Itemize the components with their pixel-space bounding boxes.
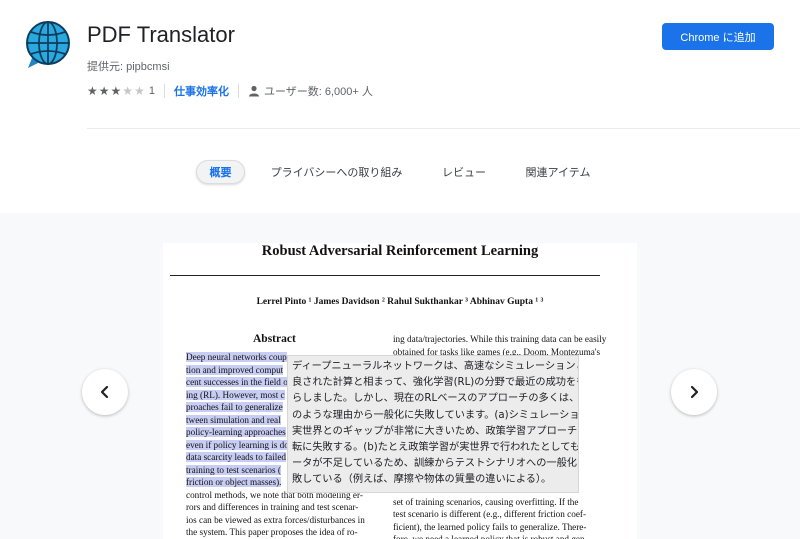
paper-right-line: ing data/trajectories. While this traini… xyxy=(393,334,607,344)
provider-link[interactable]: 提供元: pipbcmsi xyxy=(87,58,170,74)
header-divider xyxy=(87,128,800,129)
translation-line: ディープニューラルネットワークは、高速なシミュレーションと改 xyxy=(292,361,579,372)
paper-right-line: set of training scenarios, causing overf… xyxy=(393,496,579,507)
next-screenshot-button[interactable] xyxy=(671,369,717,415)
chevron-right-icon xyxy=(690,385,699,399)
chevron-left-icon xyxy=(100,385,109,399)
tab-overview[interactable]: 概要 xyxy=(196,160,245,184)
translation-line: のような理由から一般化に失敗しています。(a)シミュレーションと xyxy=(292,409,579,421)
user-icon xyxy=(248,85,259,97)
translation-line: 転に失敗する。(b)たとえ政策学習が実世界で行われたとしても、デ xyxy=(292,442,579,454)
star-filled-icon: ★ xyxy=(98,84,110,98)
translation-line: 実世界とのギャップが非常に大きいため、政策学習アプローチの移 xyxy=(292,425,579,437)
previous-screenshot-button[interactable] xyxy=(82,369,128,415)
star-filled-icon: ★ xyxy=(110,84,122,98)
tab-privacy[interactable]: プライバシーへの取り組み xyxy=(265,160,408,184)
translation-line: ータが不足しているため、訓練からテストシナリオへの一般化に失 xyxy=(292,458,579,470)
paper-left-line: ios can be viewed as extra forces/distur… xyxy=(186,514,365,525)
extension-title: PDF Translator xyxy=(87,22,235,47)
meta-divider xyxy=(237,84,239,98)
add-to-chrome-button[interactable]: Chrome に追加 xyxy=(662,23,774,50)
star-filled-icon: ★ xyxy=(87,84,98,98)
meta-row: ★ ★ ★ ★ ★ 1 仕事効率化 ユーザー数: 6,000+ 人 xyxy=(87,83,373,99)
tab-reviews[interactable]: レビュー xyxy=(434,160,494,184)
paper-authors: Lerrel Pinto ¹ James Davidson ² Rahul Su… xyxy=(256,297,544,307)
rating-stars[interactable]: ★ ★ ★ ★ ★ xyxy=(87,84,145,98)
paper-right-line: test scenario is different (e.g., differ… xyxy=(393,509,587,519)
globe-chat-icon xyxy=(26,21,70,68)
star-empty-icon: ★ xyxy=(122,84,134,98)
rating-count[interactable]: 1 xyxy=(149,85,155,97)
paper-left-line: rors and differences in training and tes… xyxy=(186,502,359,512)
user-count: ユーザー数: 6,000+ 人 xyxy=(263,86,373,98)
category-link[interactable]: 仕事効率化 xyxy=(174,83,229,99)
tab-related[interactable]: 関連アイテム xyxy=(520,160,596,184)
paper-left-line: the system. This paper proposes the idea… xyxy=(186,527,358,537)
star-empty-icon: ★ xyxy=(134,84,145,98)
abstract-heading: Abstract xyxy=(253,333,296,345)
extension-header: PDF Translator 提供元: pipbcmsi ★ ★ ★ ★ ★ 1 仕事効… xyxy=(0,0,800,128)
translation-line: 敗している（例えば、摩擦や物体の質量の違いによる）。 xyxy=(292,474,552,486)
translation-popup: ディープニューラルネットワークは、高速なシミュレーションと改 良された計算と相まっ… xyxy=(287,355,579,493)
paper-title: Robust Adversarial Reinforcement Learnin… xyxy=(261,243,539,259)
paper-right-line: ficient), the learned policy fails to ge… xyxy=(393,521,587,532)
meta-divider xyxy=(163,84,165,98)
translation-line: 良された計算と相まって、強化学習(RL)の分野で最近の成功をもた xyxy=(292,377,579,389)
paper-title-rule xyxy=(170,275,600,276)
paper-right-line: fore, we need a learned policy that is r… xyxy=(393,534,588,539)
detail-tabs: 概要 プライバシーへの取り組み レビュー 関連アイテム xyxy=(0,160,800,184)
translation-line: らしました。しかし、現在のRLベースのアプローチの多くは、以下 xyxy=(292,393,579,405)
